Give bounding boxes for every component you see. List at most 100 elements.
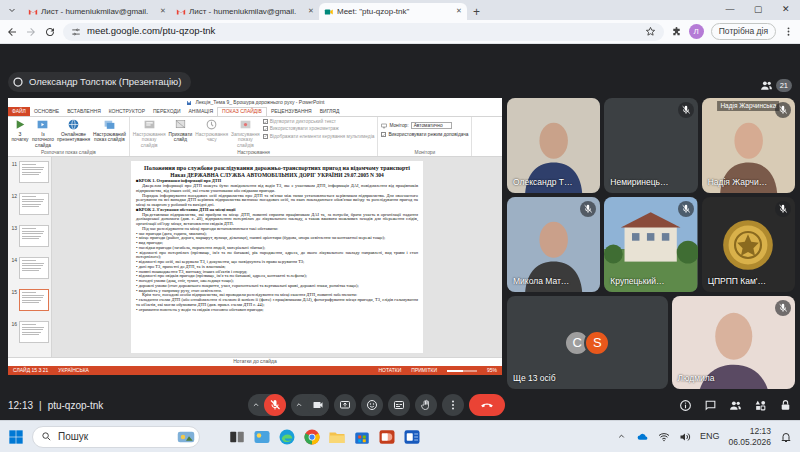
thumbnail-preview[interactable] <box>19 321 49 343</box>
action-required-button[interactable]: Потрібна дія <box>711 23 776 40</box>
ribbon-button[interactable]: Онлайнове презентування <box>57 118 90 150</box>
file-explorer-icon[interactable] <box>328 428 346 446</box>
taskbar-search[interactable]: Пошук <box>32 426 200 448</box>
thumbnail-preview[interactable] <box>19 225 49 247</box>
people-button[interactable]: 21 <box>760 79 792 92</box>
emoji-icon[interactable] <box>361 394 383 416</box>
chat-icon[interactable] <box>704 399 717 412</box>
ribbon-button[interactable]: З початку <box>11 118 29 150</box>
camera-icon[interactable] <box>307 394 329 416</box>
store-icon[interactable] <box>353 428 371 446</box>
back-icon[interactable] <box>6 26 18 38</box>
ribbon-tab[interactable]: ВСТАВЛЕННЯ <box>63 107 105 116</box>
powerpoint-icon[interactable] <box>378 428 396 446</box>
more-participants-tile[interactable]: CSЩе 13 осіб <box>507 296 668 389</box>
more-options-icon[interactable] <box>442 394 464 416</box>
url-field[interactable]: meet.google.com/ptu-qzop-tnk <box>63 23 664 41</box>
ribbon-tab[interactable]: КОНСТРУКТОР <box>105 107 149 116</box>
participant-tile[interactable]: ЦПРПП Кам'… <box>702 197 795 292</box>
menu-kebab-icon[interactable] <box>783 26 794 37</box>
maximize-button[interactable]: ▢ <box>744 0 772 20</box>
search-placeholder[interactable]: Пошук <box>58 429 171 444</box>
save-icon[interactable] <box>186 100 192 106</box>
slide-thumbnail[interactable]: 11 <box>8 159 51 191</box>
site-info-icon[interactable] <box>71 27 81 37</box>
language-indicator[interactable]: УКРАЇНСЬКА <box>58 367 89 375</box>
task-view-icon[interactable] <box>228 428 246 446</box>
slide-thumbnail[interactable]: 15 <box>8 287 51 319</box>
participant-tile[interactable]: Микола Мат… <box>507 197 600 292</box>
new-tab-button[interactable]: + <box>467 6 486 20</box>
browser-tab[interactable]: Лист - humeniukmilav@gmail.✕ <box>171 3 319 20</box>
minimize-button[interactable]: — <box>716 0 744 20</box>
checkbox[interactable] <box>263 126 268 131</box>
participant-tile[interactable]: Олександр Т… <box>507 98 600 193</box>
info-icon[interactable] <box>679 399 692 412</box>
widgets-icon[interactable] <box>253 428 271 446</box>
input-language[interactable]: ENG <box>700 430 720 444</box>
thumbnail-preview[interactable] <box>19 161 49 183</box>
onedrive-icon[interactable] <box>636 430 649 443</box>
activities-icon[interactable] <box>754 399 767 412</box>
slide-thumbnail[interactable]: 13 <box>8 223 51 255</box>
mic-options-icon[interactable] <box>248 400 264 410</box>
word-icon[interactable] <box>403 428 421 446</box>
checkbox[interactable] <box>381 132 386 137</box>
raise-hand-icon[interactable] <box>415 394 437 416</box>
notes-pane[interactable]: Нотатки до слайда <box>8 357 502 366</box>
ribbon-button[interactable]: Із поточного слайда <box>32 118 54 150</box>
participant-tile[interactable]: Надія ЖарчинськаНадія Жарчи… <box>702 98 795 193</box>
ribbon-tab[interactable]: ВИГЛЯД <box>316 107 344 116</box>
slide-thumbnail[interactable]: 14 <box>8 255 51 287</box>
zoom-level[interactable]: 95% <box>487 367 497 375</box>
comments-button[interactable]: ПРИМІТКИ <box>411 367 437 375</box>
captions-icon[interactable] <box>388 394 410 416</box>
tab-search-icon[interactable] <box>4 2 20 18</box>
edge-icon[interactable] <box>278 428 296 446</box>
end-call-icon[interactable] <box>469 394 505 416</box>
profile-avatar[interactable]: Л <box>689 24 704 39</box>
monitor-select[interactable]: Автоматично <box>411 122 452 129</box>
extensions-icon[interactable] <box>671 26 682 37</box>
checkbox-row[interactable]: Відображати елементи керування мультимед… <box>263 134 375 139</box>
clock[interactable]: 12:1306.05.2026 <box>728 426 771 447</box>
browser-tab[interactable]: Meet: "ptu-qzop-tnk"✕ <box>319 3 467 20</box>
bookmark-star-icon[interactable] <box>645 26 656 37</box>
browser-tab[interactable]: Лист - humeniukmilav@gmail.✕ <box>23 3 171 20</box>
close-tab-button[interactable]: ✕ <box>456 6 462 17</box>
thumbnail-preview[interactable] <box>19 193 49 215</box>
network-icon[interactable] <box>658 431 670 443</box>
host-controls-icon[interactable] <box>779 399 792 412</box>
self-tile[interactable]: Людмила <box>672 296 795 389</box>
checkbox[interactable] <box>263 134 268 139</box>
volume-icon[interactable] <box>679 431 691 443</box>
camera-options-icon[interactable] <box>291 400 307 410</box>
ribbon-tab[interactable]: ПЕРЕХОДИ <box>149 107 185 116</box>
ribbon-button[interactable]: Приховати слайд <box>169 118 193 150</box>
forward-icon[interactable] <box>25 26 37 38</box>
checkbox[interactable] <box>263 119 268 124</box>
slide-thumbnail[interactable]: 12 <box>8 191 51 223</box>
participant-tile[interactable]: Крупецький… <box>604 197 697 292</box>
close-tab-button[interactable]: ✕ <box>160 6 166 17</box>
reload-icon[interactable] <box>44 26 56 38</box>
close-tab-button[interactable]: ✕ <box>308 6 314 17</box>
chrome-icon[interactable] <box>303 428 321 446</box>
participant-tile[interactable]: Немиринець… <box>604 98 697 193</box>
presenter-chip[interactable]: Олександр Толстюк (Презентацію) <box>8 72 191 92</box>
thumbnail-preview[interactable] <box>19 257 49 279</box>
people-icon[interactable] <box>729 399 742 412</box>
ribbon-button[interactable]: Настроюваний показ слайдів <box>93 118 126 150</box>
ribbon-tab[interactable]: ОСНОВНЕ <box>30 107 63 116</box>
thumbnail-preview[interactable] <box>19 289 49 311</box>
notes-button[interactable]: НОТАТКИ <box>378 367 401 375</box>
zoom-slider[interactable] <box>447 370 477 372</box>
checkbox-row[interactable]: Відтворити дикторський текст <box>263 119 375 124</box>
url-text[interactable]: meet.google.com/ptu-qzop-tnk <box>87 24 639 38</box>
ribbon-tab[interactable]: ПОКАЗ СЛАЙДІВ <box>217 107 267 116</box>
checkbox-row[interactable]: Використовувати хронометраж <box>263 126 375 131</box>
mic-button[interactable] <box>264 394 286 416</box>
ribbon-tab[interactable]: ФАЙЛ <box>8 107 30 116</box>
notifications-icon[interactable] <box>780 431 792 443</box>
slide-thumbnail[interactable]: 16 <box>8 319 51 351</box>
